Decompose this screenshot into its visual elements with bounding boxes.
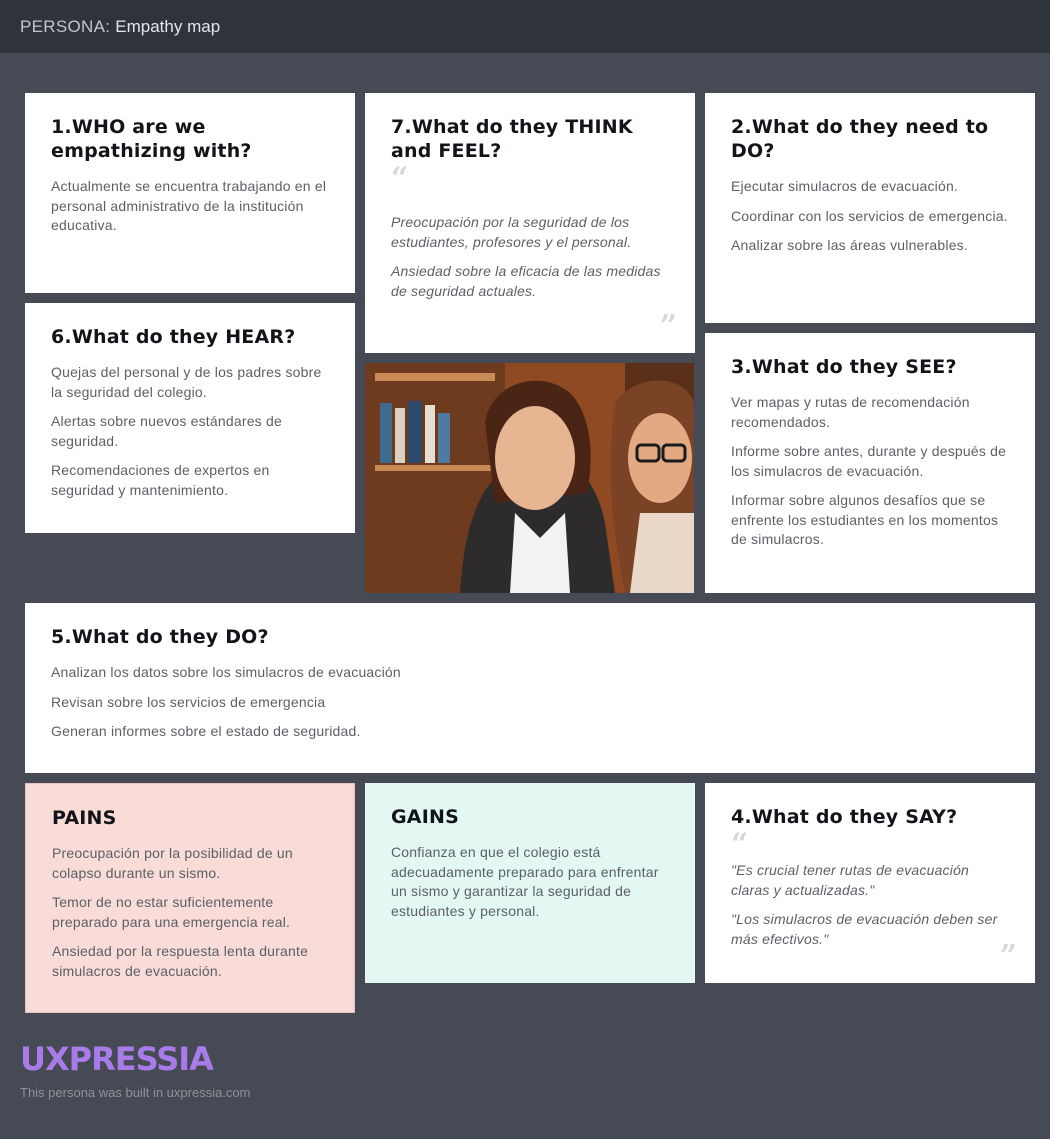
card-item: Ejecutar simulacros de evacuación. [731, 178, 959, 194]
card-title: 5.What do they DO? [51, 626, 269, 648]
card-item: Informar sobre algunos desafíos que se e… [731, 492, 999, 547]
card-item: "Los simulacros de evacuación deben ser … [731, 911, 998, 947]
quote-open-icon: “ [391, 161, 409, 196]
card-item: Preocupación por la posibilidad de un co… [52, 845, 293, 881]
page-title[interactable]: Empathy map [115, 17, 220, 37]
card-item: Alertas sobre nuevos estándares de segur… [51, 413, 282, 449]
card-item: Preocupación por la seguridad de los est… [391, 214, 632, 250]
card-item: Recomendaciones de expertos en seguridad… [51, 462, 270, 498]
card-title: 4.What do they SAY? [731, 806, 958, 828]
card-do[interactable]: 5.What do they DO? Analizan los datos so… [25, 603, 1035, 773]
card-item: Revisan sobre los servicios de emergenci… [51, 693, 326, 710]
card-see[interactable]: 3.What do they SEE? Ver mapas y rutas de… [705, 333, 1035, 593]
card-think-feel[interactable]: 7.What do they THINK and FEEL? “ Preocup… [365, 93, 695, 353]
card-item: Quejas del personal y de los padres sobr… [51, 364, 322, 400]
card-title: 7.What do they THINK and FEEL? [391, 116, 633, 162]
card-title: 3.What do they SEE? [731, 356, 957, 378]
card-say[interactable]: 4.What do they SAY? “ "Es crucial tener … [705, 783, 1035, 983]
quote-close-icon: ” [999, 939, 1017, 974]
card-title: 2.What do they need to DO? [731, 116, 989, 162]
card-item: Ver mapas y rutas de recomendación recom… [731, 394, 970, 430]
quote-close-icon: ” [659, 309, 677, 344]
persona-photo [365, 363, 694, 593]
card-need-to-do[interactable]: 2.What do they need to DO? Ejecutar simu… [705, 93, 1035, 323]
card-item: Informe sobre antes, durante y después d… [731, 443, 1007, 479]
card-hear[interactable]: 6.What do they HEAR? Quejas del personal… [25, 303, 355, 533]
card-item: Ansiedad sobre la eficacia de las medida… [391, 263, 661, 299]
card-item: Confianza en que el colegio está adecuad… [391, 844, 659, 919]
card-item: Ansiedad por la respuesta lenta durante … [52, 943, 309, 979]
card-title: PAINS [52, 807, 117, 829]
card-title: 1.WHO are we empathizing with? [51, 116, 252, 162]
card-item: Temor de no estar suficientemente prepar… [52, 894, 291, 930]
card-item: Analizar sobre las áreas vulnerables. [731, 237, 968, 253]
quote-open-icon: “ [731, 827, 749, 862]
credit-text[interactable]: This persona was built in uxpressia.com [20, 1085, 251, 1100]
persona-label: PERSONA: [20, 16, 111, 36]
card-item: Analizan los datos sobre los simulacros … [51, 664, 401, 680]
persona-photo-illustration [365, 363, 694, 593]
brand-logo[interactable]: UXPRESSIA [20, 1040, 214, 1078]
card-title: GAINS [391, 806, 459, 828]
top-bar: PERSONA: Empathy map [0, 0, 1050, 53]
card-item: Coordinar con los servicios de emergenci… [731, 207, 1008, 224]
card-gains[interactable]: GAINS Confianza en que el colegio está a… [365, 783, 695, 983]
card-item: Actualmente se encuentra trabajando en e… [51, 178, 327, 233]
card-item: "Es crucial tener rutas de evacuación cl… [731, 862, 970, 898]
card-item: Generan informes sobre el estado de segu… [51, 723, 361, 739]
card-title: 6.What do they HEAR? [51, 326, 296, 348]
card-who[interactable]: 1.WHO are we empathizing with? Actualmen… [25, 93, 355, 293]
card-pains[interactable]: PAINS Preocupación por la posibilidad de… [25, 783, 355, 1013]
